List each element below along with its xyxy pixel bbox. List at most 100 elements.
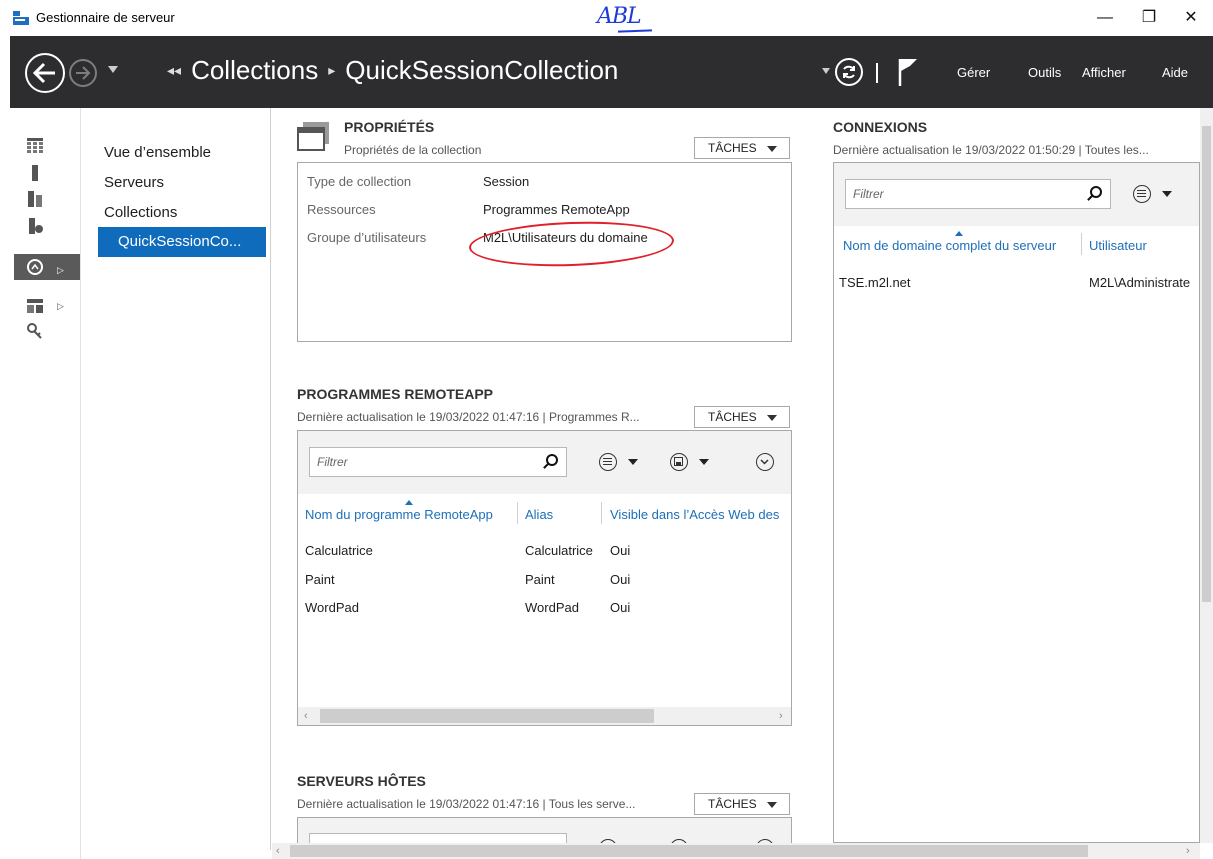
table-cell[interactable]: Oui	[610, 600, 630, 615]
expand-arrow-icon[interactable]: ▷	[57, 301, 64, 312]
history-dropdown-icon[interactable]	[108, 66, 118, 73]
scrollbar-thumb[interactable]	[320, 709, 654, 723]
remoteapp-tasks-button[interactable]: TÂCHES	[694, 406, 790, 428]
breadcrumb-collections[interactable]: Collections	[191, 55, 318, 86]
list-icon	[603, 458, 612, 465]
arrow-left-icon	[32, 62, 55, 84]
table-cell[interactable]: Oui	[610, 543, 630, 558]
properties-subtitle: Propriétés de la collection	[344, 143, 482, 157]
remoteapp-horizontal-scrollbar[interactable]	[298, 707, 791, 725]
column-divider[interactable]	[601, 502, 602, 524]
column-header-user[interactable]: Utilisateur	[1089, 238, 1147, 253]
tree-item-overview[interactable]: Vue d’ensemble	[104, 144, 211, 161]
prop-label: Groupe d’utilisateurs	[307, 230, 427, 245]
column-divider[interactable]	[517, 502, 518, 524]
scroll-right-icon[interactable]: ›	[1186, 845, 1190, 857]
connections-title: CONNEXIONS	[833, 119, 928, 135]
iis-icon[interactable]	[26, 296, 44, 314]
scroll-left-icon[interactable]: ‹	[304, 710, 308, 722]
tree-item-servers[interactable]: Serveurs	[104, 174, 164, 191]
prop-label: Type de collection	[307, 174, 412, 189]
connections-filter-input[interactable]: Filtrer	[845, 179, 1111, 209]
table-cell[interactable]: WordPad	[525, 600, 579, 615]
table-cell[interactable]: TSE.m2l.net	[839, 275, 911, 290]
column-header-visible[interactable]: Visible dans l’Accès Web des	[610, 507, 791, 522]
sort-ascending-icon	[405, 500, 413, 505]
properties-title: PROPRIÉTÉS	[344, 119, 435, 135]
scroll-right-icon[interactable]: ›	[779, 710, 783, 722]
local-server-icon[interactable]	[26, 164, 44, 182]
scrollbar-thumb[interactable]	[290, 845, 1088, 857]
save-query-button[interactable]	[670, 453, 688, 471]
menu-tools[interactable]: Outils	[1028, 65, 1061, 80]
all-servers-icon[interactable]	[26, 190, 44, 208]
scroll-left-icon[interactable]: ‹	[276, 845, 280, 857]
save-icon	[674, 457, 683, 466]
list-options-button[interactable]	[1133, 185, 1151, 203]
list-icon	[1137, 190, 1146, 197]
restore-button[interactable]: ❐	[1134, 6, 1164, 30]
prop-label: Ressources	[307, 202, 376, 217]
table-cell[interactable]: WordPad	[305, 600, 359, 615]
back-button[interactable]	[25, 53, 65, 93]
tree-item-quicksession[interactable]: QuickSessionCo...	[98, 227, 266, 257]
column-header-program[interactable]: Nom du programme RemoteApp	[305, 507, 493, 522]
content-divider	[270, 108, 271, 850]
toolbar-divider	[876, 63, 878, 83]
forward-button[interactable]	[69, 59, 97, 87]
table-cell[interactable]: Oui	[610, 572, 630, 587]
connections-table	[834, 226, 1199, 842]
dropdown-icon[interactable]	[628, 459, 638, 465]
vertical-scrollbar[interactable]	[1200, 108, 1213, 843]
hosts-tasks-button[interactable]: TÂCHES	[694, 793, 790, 815]
table-cell[interactable]: Paint	[525, 572, 555, 587]
table-cell[interactable]: M2L\Administrate	[1089, 275, 1199, 290]
dropdown-icon[interactable]	[1162, 191, 1172, 197]
dashboard-icon[interactable]	[26, 136, 44, 154]
file-services-icon[interactable]	[26, 217, 44, 235]
sort-ascending-icon	[955, 231, 963, 236]
breadcrumb-lead-icon[interactable]: ◂◂	[167, 62, 181, 79]
menu-manage[interactable]: Gérer	[957, 65, 990, 80]
column-divider[interactable]	[1081, 233, 1082, 255]
menu-help[interactable]: Aide	[1162, 65, 1188, 80]
hosts-title: SERVEURS HÔTES	[297, 773, 426, 789]
menu-view[interactable]: Afficher	[1082, 65, 1126, 80]
expand-arrow-icon[interactable]: ▷	[57, 265, 64, 276]
properties-window-icon	[297, 122, 329, 151]
left-rail: ▷ ▷	[10, 108, 81, 859]
table-cell[interactable]: Paint	[305, 572, 335, 587]
tree-item-collections[interactable]: Collections	[104, 204, 177, 221]
table-cell[interactable]: Calculatrice	[305, 543, 373, 558]
dropdown-icon	[767, 146, 777, 152]
column-header-alias[interactable]: Alias	[525, 507, 553, 522]
breadcrumb-separator-icon: ▸	[328, 62, 336, 78]
column-header-server-fqdn[interactable]: Nom de domaine complet du serveur	[843, 238, 1056, 253]
navigation-bar: ◂◂ Collections ▸ QuickSessionCollection …	[10, 36, 1213, 108]
prop-value: Session	[483, 174, 530, 189]
chevron-down-icon	[760, 459, 769, 465]
minimize-button[interactable]: —	[1090, 6, 1120, 30]
title-bar: Gestionnaire de serveur ABL — ❐ ✕	[0, 0, 1213, 36]
page-horizontal-scrollbar[interactable]	[272, 843, 1200, 859]
properties-tasks-button[interactable]: TÂCHES	[694, 137, 790, 159]
list-options-button[interactable]	[599, 453, 617, 471]
licensing-key-icon[interactable]	[26, 322, 44, 340]
breadcrumb-current[interactable]: QuickSessionCollection	[345, 55, 618, 86]
remote-desktop-services-icon[interactable]	[26, 258, 44, 276]
table-cell[interactable]: Calculatrice	[525, 543, 593, 558]
remote-desktop-services-selected[interactable]	[14, 254, 80, 280]
close-button[interactable]: ✕	[1176, 6, 1206, 30]
refresh-button[interactable]	[835, 58, 863, 86]
refresh-dropdown-icon[interactable]	[822, 68, 830, 74]
tasks-label: TÂCHES	[708, 141, 757, 155]
remoteapp-title: PROGRAMMES REMOTEAPP	[297, 386, 494, 402]
dropdown-icon[interactable]	[699, 459, 709, 465]
expand-button[interactable]	[756, 453, 774, 471]
dropdown-icon	[767, 802, 777, 808]
remoteapp-filter-input[interactable]: Filtrer	[309, 447, 567, 477]
notifications-flag-icon[interactable]	[897, 57, 919, 87]
scrollbar-thumb[interactable]	[1202, 126, 1211, 602]
tasks-label: TÂCHES	[708, 410, 757, 424]
connections-subtitle: Dernière actualisation le 19/03/2022 01:…	[833, 143, 1149, 157]
